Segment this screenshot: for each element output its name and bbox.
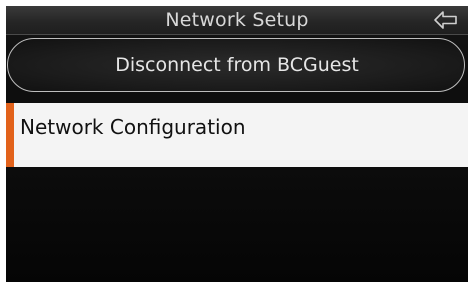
back-arrow-icon <box>434 11 457 29</box>
title-bar: Network Setup <box>6 6 468 35</box>
display-panel: Network Setup Disconnect from BCGuest Ne… <box>6 6 468 282</box>
disconnect-button[interactable]: Disconnect from BCGuest <box>7 38 465 92</box>
list-item-label: Network Configuration <box>20 115 246 139</box>
device-screen: Network Setup Disconnect from BCGuest Ne… <box>0 0 471 282</box>
list-item-network-configuration[interactable]: Network Configuration <box>6 103 468 167</box>
back-button[interactable] <box>432 9 460 31</box>
page-title: Network Setup <box>165 9 309 31</box>
empty-list-area <box>6 167 468 282</box>
disconnect-button-label: Disconnect from BCGuest <box>115 54 359 76</box>
selection-accent-bar <box>6 103 14 167</box>
